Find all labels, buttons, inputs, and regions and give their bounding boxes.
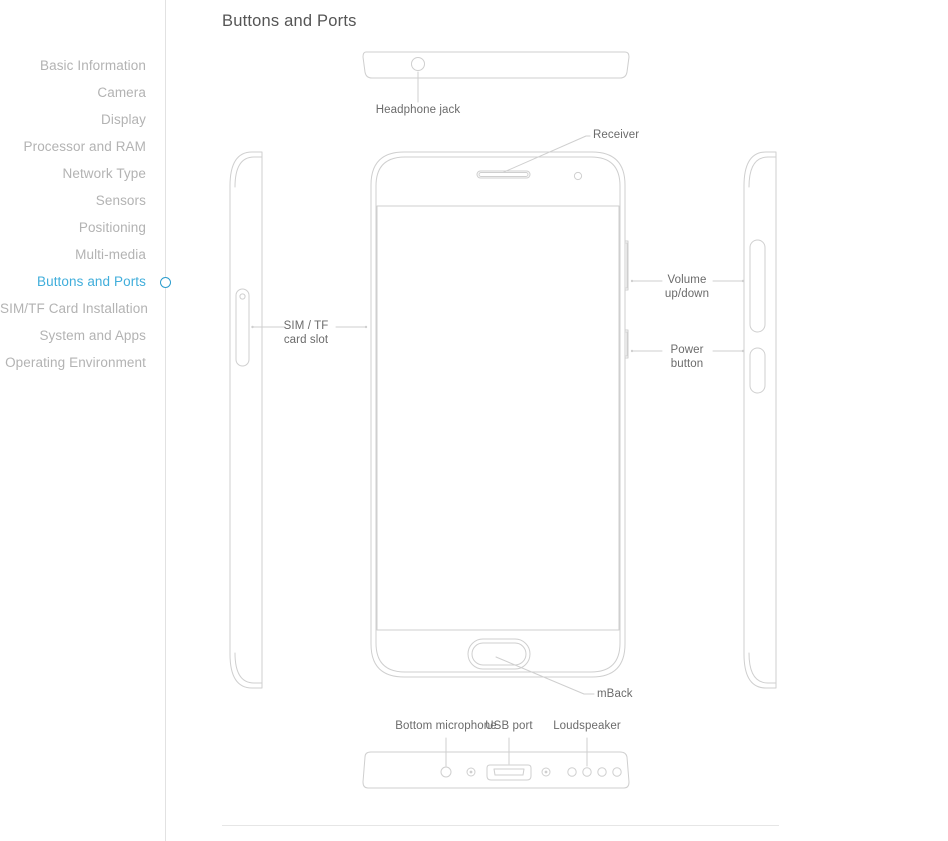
sidebar-item-camera[interactable]: Camera xyxy=(0,79,146,106)
callout-volume-line1: Volume xyxy=(667,274,707,286)
main-content: Buttons and Ports Headphone jack Receive… xyxy=(166,0,948,841)
sidebar-item-network-type[interactable]: Network Type xyxy=(0,160,146,187)
sidebar-item-system-and-apps[interactable]: System and Apps xyxy=(0,322,146,349)
content-bottom-divider xyxy=(222,825,779,826)
callout-volume-line2: up/down xyxy=(664,288,710,300)
sidebar-nav: Basic Information Camera Display Processor … xyxy=(0,0,171,841)
callout-usb-port: USB port xyxy=(485,720,533,732)
callout-power-line1: Power xyxy=(670,344,704,356)
sidebar-item-sensors[interactable]: Sensors xyxy=(0,187,146,214)
sidebar-item-display[interactable]: Display xyxy=(0,106,146,133)
sidebar-item-buttons-and-ports[interactable]: Buttons and Ports xyxy=(0,268,146,295)
power-button-icon xyxy=(749,347,766,394)
callout-sim-tf-line2: card slot xyxy=(283,334,329,346)
bottom-microphone-hole-icon xyxy=(440,766,452,778)
callout-sim-tf-line1: SIM / TF xyxy=(283,320,329,332)
callout-mback: mBack xyxy=(597,688,633,700)
callout-loudspeaker: Loudspeaker xyxy=(553,720,621,732)
callout-power-line2: button xyxy=(670,358,704,370)
sidebar-item-multi-media[interactable]: Multi-media xyxy=(0,241,146,268)
volume-rocker-icon xyxy=(749,239,766,333)
sidebar-item-basic-information[interactable]: Basic Information xyxy=(0,52,146,79)
phone-left-profile-view xyxy=(229,151,285,689)
callout-headphone-jack: Headphone jack xyxy=(375,104,461,116)
phone-front-view xyxy=(335,135,745,695)
phone-right-profile-view xyxy=(743,151,777,689)
headphone-jack-hole-icon xyxy=(411,57,425,71)
screen-area xyxy=(376,205,620,631)
sidebar-item-list: Basic Information Camera Display Processor … xyxy=(0,52,148,376)
phone-diagram xyxy=(166,0,948,841)
front-camera-icon xyxy=(573,171,583,181)
loudspeaker-holes-icon xyxy=(567,767,622,777)
mback-home-button-icon xyxy=(467,638,531,670)
sidebar-item-positioning[interactable]: Positioning xyxy=(0,214,146,241)
usb-port-icon xyxy=(486,764,532,781)
sidebar-item-processor-and-ram[interactable]: Processor and RAM xyxy=(0,133,146,160)
sim-tray-icon xyxy=(235,288,250,367)
sidebar-item-operating-environment[interactable]: Operating Environment xyxy=(0,349,146,376)
callout-receiver: Receiver xyxy=(593,129,640,141)
sidebar-item-sim-tf-card-installation[interactable]: SIM/TF Card Installation xyxy=(0,295,148,322)
phone-bottom-edge-view xyxy=(362,737,630,789)
phone-top-edge-view xyxy=(362,51,630,103)
